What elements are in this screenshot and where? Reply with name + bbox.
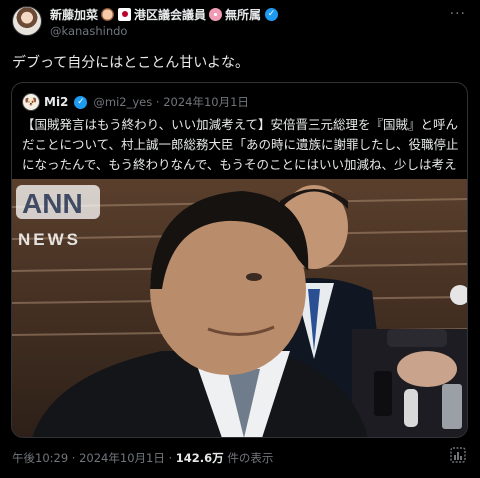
post: 新藤加菜 港区議会議員 無所属 ✓ @kanashindo ··· デブって自分… <box>0 0 480 478</box>
author-name-suffix[interactable]: 港区議会議員 <box>134 6 206 22</box>
quoted-media-image[interactable]: ANN NEWS <box>12 179 467 437</box>
quoted-author-name: Mi2 <box>44 95 69 109</box>
author-name-suffix-2[interactable]: 無所属 <box>225 6 261 22</box>
post-header: 新藤加菜 港区議会議員 無所属 ✓ @kanashindo <box>50 6 440 38</box>
more-icon[interactable]: ··· <box>450 6 466 22</box>
author-name-row[interactable]: 新藤加菜 港区議会議員 無所属 ✓ <box>50 6 440 22</box>
post-timestamp[interactable]: 午後10:29 · 2024年10月1日 · <box>12 451 176 465</box>
face-emoji-icon <box>101 7 115 21</box>
author-avatar[interactable] <box>12 6 42 36</box>
cherry-blossom-icon <box>209 7 223 21</box>
author-name[interactable]: 新藤加菜 <box>50 6 98 22</box>
view-count: 142.6万 <box>175 451 224 465</box>
tweet-text: デブって自分にはとことん甘いよな。 <box>12 55 250 71</box>
ann-news-text: NEWS <box>18 230 81 249</box>
post-footer: 午後10:29 · 2024年10月1日 · 142.6万 件の表示 <box>12 450 273 466</box>
quoted-author-avatar: 🐶 <box>22 93 40 111</box>
japan-flag-icon <box>118 7 132 21</box>
quoted-post-header: 🐶 Mi2 ✓ @mi2_yes · 2024年10月1日 <box>22 93 249 111</box>
ann-logo-text: ANN <box>22 188 83 219</box>
view-count-label: 件の表示 <box>223 451 274 465</box>
verified-badge-icon[interactable]: ✓ <box>265 7 279 21</box>
stats-icon[interactable] <box>450 447 466 463</box>
verified-badge-icon: ✓ <box>74 95 88 109</box>
quoted-handle-date: @mi2_yes · 2024年10月1日 <box>93 95 249 109</box>
quoted-post[interactable]: 🐶 Mi2 ✓ @mi2_yes · 2024年10月1日 【国賊発言はもう終わ… <box>11 82 468 438</box>
author-handle[interactable]: @kanashindo <box>50 24 440 38</box>
